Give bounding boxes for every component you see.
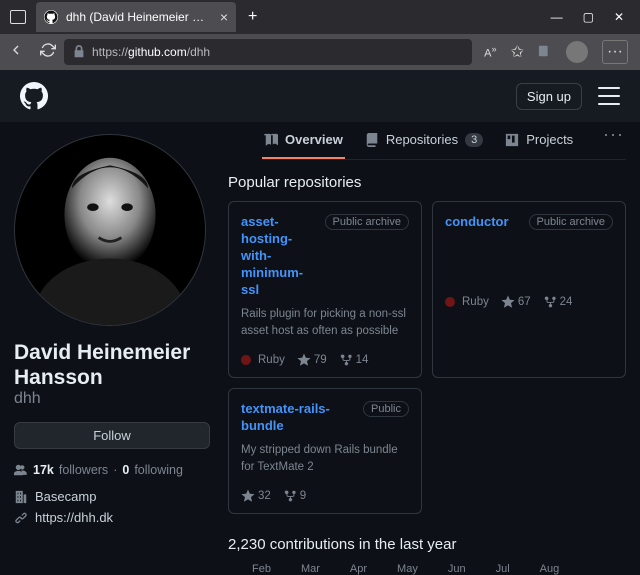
menu-toggle[interactable] [598,87,620,105]
profile-menu-button[interactable]: ··· [603,124,624,145]
repo-card[interactable]: textmate-rails-bundle Public My stripped… [228,388,422,514]
repo-card[interactable]: asset-hosting-with-minimum-ssl Public ar… [228,201,422,378]
building-icon [14,490,28,504]
minimize-button[interactable]: — [551,10,563,24]
browser-toolbar: https://github.com/dhh A» ✩ ··· [0,34,640,70]
repo-link[interactable]: textmate-rails-bundle [241,401,355,435]
tab-overview[interactable]: Overview [262,122,345,159]
browser-titlebar: dhh (David Heinemeier Hansson) × + — ▢ ✕ [0,0,640,34]
close-tab-icon[interactable]: × [220,9,228,25]
repo-link[interactable]: conductor [445,214,509,231]
profile-sidebar: David Heinemeier Hansson dhh Follow 17kf… [14,122,210,575]
company-row: Basecamp [14,489,210,504]
browser-tab[interactable]: dhh (David Heinemeier Hansson) × [36,2,236,32]
profile-name: David Heinemeier Hansson [14,340,210,390]
follow-button[interactable]: Follow [14,422,210,449]
star-icon [501,295,515,309]
people-icon [14,463,28,477]
favorites-icon[interactable]: ✩ [511,42,524,62]
repo-language: Ruby [241,354,285,366]
browser-menu-button[interactable]: ··· [602,40,628,64]
avatar-image [15,135,205,325]
lock-icon [72,45,86,59]
url-bar[interactable]: https://github.com/dhh [64,39,472,65]
link-icon [14,511,28,525]
repo-forks[interactable]: 14 [339,353,369,367]
refresh-button[interactable] [40,42,56,63]
fork-icon [543,295,557,309]
fork-icon [339,353,353,367]
url-text: https://github.com/dhh [92,45,210,59]
new-tab-button[interactable]: + [240,8,265,26]
main-content: Overview Repositories 3 Projects Popular… [228,122,626,575]
repo-forks[interactable]: 9 [283,489,306,503]
collections-icon[interactable] [538,43,552,61]
star-icon [241,489,255,503]
tab-projects[interactable]: Projects [503,122,575,159]
star-icon [297,353,311,367]
repo-card[interactable]: conductor Public archive Ruby 67 24 [432,201,626,378]
maximize-button[interactable]: ▢ [583,10,594,24]
repo-language: Ruby [445,296,489,308]
contributions-title: 2,230 contributions in the last year [228,536,626,553]
repo-icon [365,133,379,147]
repo-description: Rails plugin for picking a non-ssl asset… [241,306,409,338]
github-logo[interactable] [20,82,48,110]
repo-visibility-badge: Public archive [325,214,409,230]
repo-visibility-badge: Public archive [529,214,613,230]
tab-repositories[interactable]: Repositories 3 [363,122,485,159]
repo-visibility-badge: Public [363,401,409,417]
popular-repos-title: Popular repositories [228,174,626,191]
window-controls: — ▢ ✕ [541,10,634,24]
repo-description: My stripped down Rails bundle for TextMa… [241,442,409,474]
project-icon [505,133,519,147]
repo-stars[interactable]: 67 [501,295,531,309]
book-icon [264,133,278,147]
github-header: Sign up [0,70,640,122]
repo-stars[interactable]: 79 [297,353,327,367]
github-favicon [44,10,58,24]
browser-profile-icon[interactable] [566,41,588,63]
signup-button[interactable]: Sign up [516,83,582,110]
back-button[interactable] [8,42,24,63]
repo-forks[interactable]: 24 [543,295,573,309]
close-window-button[interactable]: ✕ [614,10,624,24]
contribution-months: FebMarAprMayJunJulAug [228,563,626,575]
repo-grid: asset-hosting-with-minimum-ssl Public ar… [228,201,626,514]
repo-stars[interactable]: 32 [241,489,271,503]
read-aloud-icon[interactable]: A» [484,44,496,60]
profile-tabs: Overview Repositories 3 Projects [262,122,626,160]
profile-username: dhh [14,390,210,408]
fork-icon [283,489,297,503]
tab-title: dhh (David Heinemeier Hansson) [66,10,212,24]
tab-overview-icon[interactable] [10,10,26,24]
avatar[interactable] [14,134,206,326]
followers-row[interactable]: 17kfollowers · 0following [14,463,210,477]
repo-count-badge: 3 [465,133,483,147]
website-row[interactable]: https://dhh.dk [14,510,210,525]
repo-link[interactable]: asset-hosting-with-minimum-ssl [241,214,317,298]
